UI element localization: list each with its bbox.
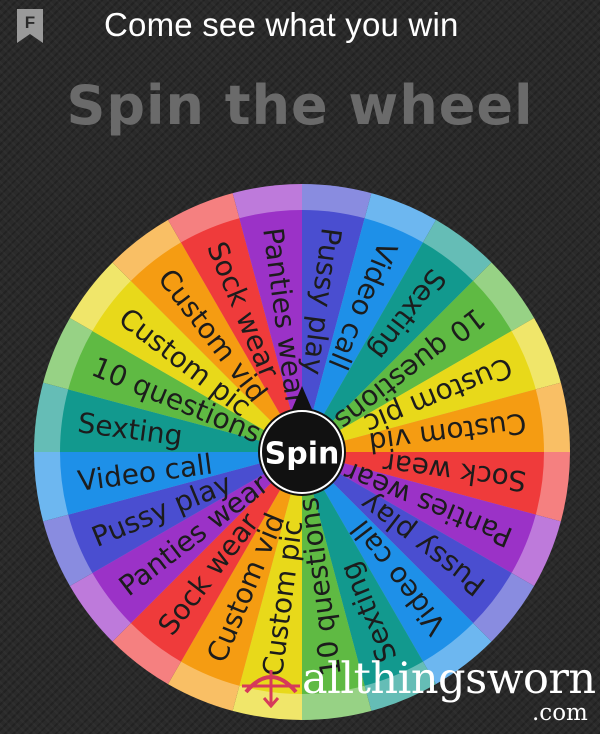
prize-wheel[interactable]: Pussy playVideo callSexting10 questionsC… [0,0,600,734]
watermark-suffix: .com [532,700,588,726]
watermark: allthingsworn .com [240,648,600,734]
crossbow-logo-icon [242,670,300,708]
watermark-text: allthingsworn [302,654,596,704]
spin-label: Spin [265,437,340,472]
